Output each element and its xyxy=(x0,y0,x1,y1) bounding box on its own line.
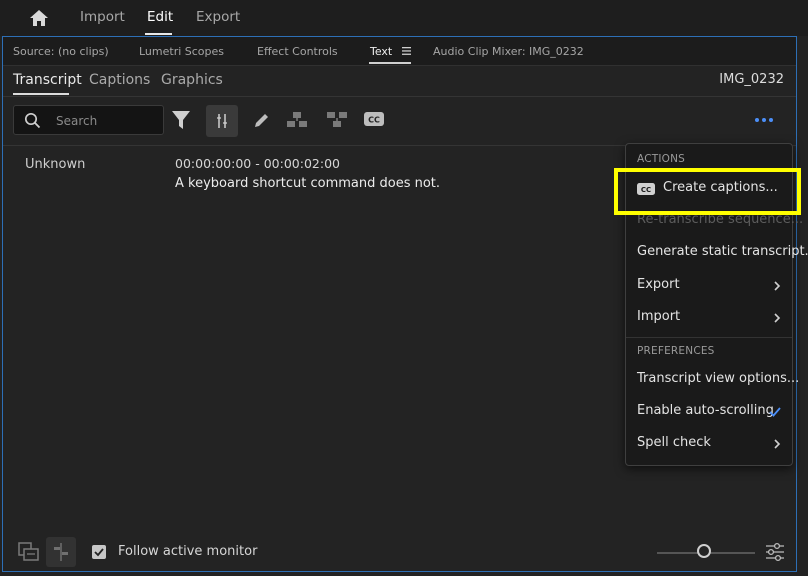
chevron-right-icon xyxy=(774,281,781,291)
checkmark-icon xyxy=(769,407,781,417)
scene-edit-button[interactable] xyxy=(46,537,76,567)
menu-item-generate-static-transcript[interactable]: Generate static transcript... xyxy=(637,242,808,264)
chevron-right-icon xyxy=(774,439,781,449)
menu-item-import[interactable]: Import xyxy=(637,307,787,329)
text-sub-tabs: Transcript Captions Graphics IMG_0232 xyxy=(3,66,796,97)
menu-section-preferences: PREFERENCES xyxy=(637,345,715,357)
transcript-footer: Follow active monitor xyxy=(3,532,796,572)
follow-monitor-label: Follow active monitor xyxy=(118,544,258,559)
split-segment-button[interactable] xyxy=(206,105,238,137)
segment-timecode: 00:00:00:00 - 00:00:02:00 xyxy=(175,156,340,171)
menu-item-enable-auto-scrolling[interactable]: Enable auto-scrolling xyxy=(637,401,787,423)
menu-item-export[interactable]: Export xyxy=(637,275,787,297)
scene-edit-icon xyxy=(54,543,68,561)
menu-divider xyxy=(626,337,792,338)
home-icon[interactable] xyxy=(28,8,50,28)
panel-tab-bar: Source: (no clips) Lumetri Scopes Effect… xyxy=(3,37,796,66)
svg-text:CC: CC xyxy=(368,116,380,125)
menu-item-spell-check[interactable]: Spell check xyxy=(637,433,787,455)
tab-captions[interactable]: Captions xyxy=(89,72,150,88)
menu-item-transcript-view-options[interactable]: Transcript view options... xyxy=(637,369,799,391)
edit-pencil-icon[interactable] xyxy=(253,111,271,129)
sync-to-timeline-icon[interactable] xyxy=(18,542,40,562)
settings-sliders-icon[interactable] xyxy=(765,542,785,562)
clip-name: IMG_0232 xyxy=(719,72,784,87)
active-panel-tab-indicator xyxy=(369,62,411,64)
chevron-right-icon xyxy=(774,313,781,323)
follow-monitor-checkbox[interactable] xyxy=(92,545,106,559)
split-segment-icon xyxy=(217,114,227,128)
active-tab-indicator xyxy=(145,33,172,35)
zoom-slider-thumb[interactable] xyxy=(697,544,711,558)
workspace-bar: Import Edit Export xyxy=(0,0,808,36)
panel-tab-effect-controls[interactable]: Effect Controls xyxy=(257,45,338,58)
tab-transcript[interactable]: Transcript xyxy=(13,72,82,88)
panel-tab-source[interactable]: Source: (no clips) xyxy=(13,45,109,58)
workspace-tab-export[interactable]: Export xyxy=(196,9,240,25)
highlight-box xyxy=(614,168,801,215)
split-segments-icon[interactable] xyxy=(326,111,348,129)
search-icon xyxy=(24,112,41,129)
merge-segments-icon[interactable] xyxy=(286,111,308,129)
workspace-tab-edit[interactable]: Edit xyxy=(147,9,173,25)
active-sub-tab-indicator xyxy=(13,93,69,95)
filter-icon[interactable] xyxy=(171,109,191,131)
closed-captions-icon[interactable]: CC xyxy=(364,112,384,126)
panel-tab-lumetri-scopes[interactable]: Lumetri Scopes xyxy=(139,45,224,58)
more-options-icon[interactable] xyxy=(753,116,775,124)
search-box[interactable] xyxy=(13,105,164,135)
menu-section-actions: ACTIONS xyxy=(637,153,686,165)
workspace-tab-import[interactable]: Import xyxy=(80,9,125,25)
panel-tab-audio-clip-mixer[interactable]: Audio Clip Mixer: IMG_0232 xyxy=(433,45,584,58)
search-input[interactable] xyxy=(54,111,162,131)
transcript-toolbar: CC xyxy=(3,97,796,146)
panel-menu-icon[interactable] xyxy=(402,47,411,55)
tab-graphics[interactable]: Graphics xyxy=(161,72,223,88)
check-icon xyxy=(94,548,104,557)
panel-tab-text[interactable]: Text xyxy=(370,45,392,58)
speaker-label[interactable]: Unknown xyxy=(25,157,85,172)
segment-text[interactable]: A keyboard shortcut command does not. xyxy=(175,176,440,191)
